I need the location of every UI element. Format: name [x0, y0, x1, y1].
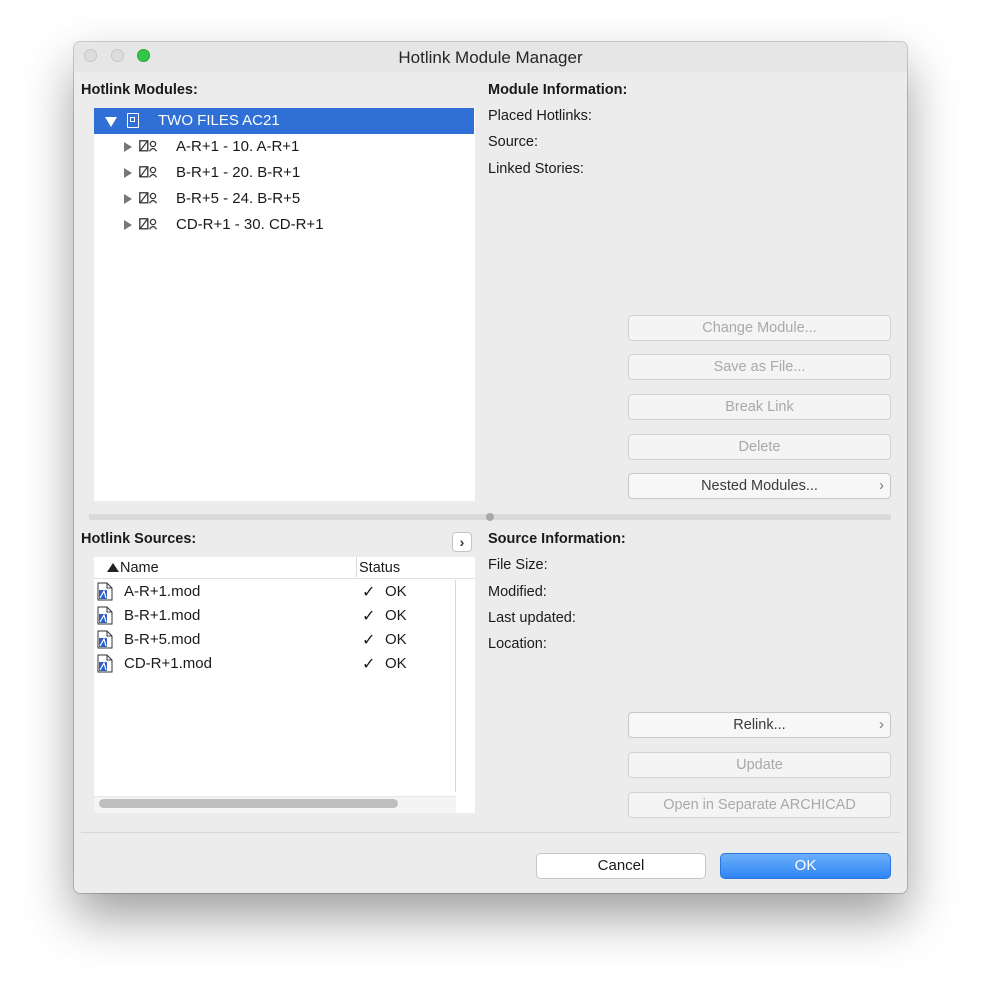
chevron-right-icon: › [879, 477, 884, 494]
tree-item[interactable]: B-R+1 - 20. B-R+1 [94, 160, 474, 186]
module-file-icon [97, 654, 113, 673]
collapse-triangle-icon[interactable] [105, 117, 117, 127]
relink-button[interactable]: Relink... › [628, 712, 891, 738]
chevron-right-icon: › [879, 716, 884, 733]
tree-item[interactable]: A-R+1 - 10. A-R+1 [94, 134, 474, 160]
expand-triangle-icon[interactable] [124, 142, 132, 152]
delete-button[interactable]: Delete [628, 434, 891, 460]
tree-item-label: B-R+1 - 20. B-R+1 [176, 164, 301, 181]
expand-triangle-icon[interactable] [124, 194, 132, 204]
tree-root-item[interactable]: TWO FILES AC21 [94, 108, 474, 134]
change-module-button[interactable]: Change Module... [628, 315, 891, 341]
tree-item[interactable]: B-R+5 - 24. B-R+5 [94, 186, 474, 212]
source-status: OK [385, 607, 407, 624]
module-file-icon [97, 582, 113, 601]
nested-modules-button[interactable]: Nested Modules... › [628, 473, 891, 499]
status-column-header[interactable]: Status [359, 560, 400, 576]
vertical-scrollbar[interactable] [455, 580, 456, 792]
file-size-label: File Size: [488, 557, 548, 573]
source-status: OK [385, 631, 407, 648]
hotlink-modules-heading: Hotlink Modules: [81, 82, 198, 98]
footer-divider [81, 832, 900, 833]
checkmark-icon: ✓ [362, 632, 376, 649]
placed-hotlinks-label: Placed Hotlinks: [488, 108, 592, 124]
nested-modules-label: Nested Modules... [701, 478, 818, 494]
last-updated-label: Last updated: [488, 610, 576, 626]
source-name: B-R+5.mod [124, 631, 201, 648]
expand-sources-button[interactable]: › [452, 532, 472, 552]
window-title: Hotlink Module Manager [398, 48, 583, 67]
source-row[interactable]: B-R+1.mod ✓ OK [94, 604, 455, 628]
ok-button[interactable]: OK [720, 853, 891, 879]
module-file-icon [97, 630, 113, 649]
source-status: OK [385, 583, 407, 600]
expand-triangle-icon[interactable] [124, 220, 132, 230]
column-divider[interactable] [356, 557, 357, 577]
hotlink-module-icon [139, 140, 158, 152]
modified-label: Modified: [488, 584, 547, 600]
checkmark-icon: ✓ [362, 584, 376, 601]
linked-stories-label: Linked Stories: [488, 161, 584, 177]
source-name: A-R+1.mod [124, 583, 201, 600]
break-link-button[interactable]: Break Link [628, 394, 891, 420]
module-information-heading: Module Information: [488, 82, 628, 98]
hotlink-module-icon [139, 192, 158, 204]
source-information-heading: Source Information: [488, 531, 626, 547]
name-column-header[interactable]: Name [120, 560, 159, 576]
source-name: CD-R+1.mod [124, 655, 212, 672]
open-in-separate-archicad-button[interactable]: Open in Separate ARCHICAD [628, 792, 891, 818]
hotlink-sources-heading: Hotlink Sources: [81, 531, 197, 547]
module-file-icon [97, 606, 113, 625]
source-status: OK [385, 655, 407, 672]
project-file-icon [127, 113, 139, 128]
update-button[interactable]: Update [628, 752, 891, 778]
save-as-file-button[interactable]: Save as File... [628, 354, 891, 380]
location-label: Location: [488, 636, 547, 652]
cancel-button[interactable]: Cancel [536, 853, 706, 879]
splitter-handle-icon[interactable] [486, 513, 494, 521]
tree-root-label: TWO FILES AC21 [158, 112, 280, 129]
source-row[interactable]: B-R+5.mod ✓ OK [94, 628, 455, 652]
hotlink-module-icon [139, 166, 158, 178]
tree-item[interactable]: CD-R+1 - 30. CD-R+1 [94, 212, 474, 238]
tree-item-label: A-R+1 - 10. A-R+1 [176, 138, 300, 155]
checkmark-icon: ✓ [362, 608, 376, 625]
hotlink-module-icon [139, 218, 158, 230]
expand-triangle-icon[interactable] [124, 168, 132, 178]
sort-ascending-icon [107, 563, 119, 572]
header-divider [94, 578, 475, 579]
source-label: Source: [488, 134, 538, 150]
source-row[interactable]: A-R+1.mod ✓ OK [94, 580, 455, 604]
tree-item-label: CD-R+1 - 30. CD-R+1 [176, 216, 324, 233]
source-name: B-R+1.mod [124, 607, 201, 624]
checkmark-icon: ✓ [362, 656, 376, 673]
title-bar[interactable]: Hotlink Module Manager [74, 42, 907, 72]
tree-item-label: B-R+5 - 24. B-R+5 [176, 190, 301, 207]
horizontal-scroll-thumb[interactable] [99, 799, 398, 808]
relink-label: Relink... [733, 717, 786, 733]
source-row[interactable]: CD-R+1.mod ✓ OK [94, 652, 455, 676]
dialog-window: Hotlink Module Manager Hotlink Modules: … [74, 42, 907, 893]
